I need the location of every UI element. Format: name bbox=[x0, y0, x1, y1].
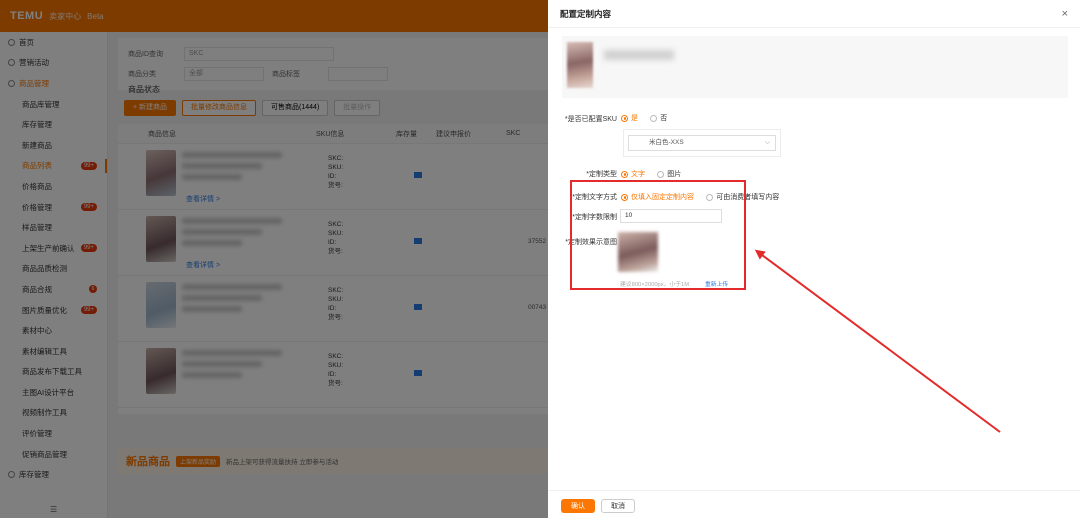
annotation-highlight-box bbox=[570, 180, 746, 290]
chevron-down-icon: ⌵ bbox=[764, 139, 770, 146]
sku-select[interactable]: 米白色-XXS ⌵ bbox=[628, 135, 776, 151]
product-card bbox=[562, 36, 1068, 98]
close-icon[interactable]: × bbox=[1062, 8, 1068, 20]
use-sku-no-radio[interactable]: 否 bbox=[650, 113, 667, 123]
modal-overlay[interactable] bbox=[0, 0, 548, 518]
form-row-use-sku: *是否已配置SKU 是 否 bbox=[548, 112, 1080, 124]
custom-type-image-radio[interactable]: 图片 bbox=[657, 169, 681, 179]
drawer-title: 配置定制内容 bbox=[560, 8, 612, 19]
sku-select-container: 米白色-XXS ⌵ bbox=[623, 129, 781, 157]
product-image bbox=[567, 42, 593, 88]
use-sku-label: *是否已配置SKU bbox=[564, 116, 617, 123]
use-sku-yes-radio[interactable]: 是 bbox=[621, 113, 638, 123]
drawer-footer: 确认 取消 bbox=[548, 490, 1080, 518]
product-name-blurred bbox=[604, 50, 674, 60]
custom-type-text-radio[interactable]: 文字 bbox=[621, 169, 645, 179]
confirm-button[interactable]: 确认 bbox=[561, 499, 595, 513]
cancel-button[interactable]: 取消 bbox=[601, 499, 635, 513]
custom-type-label: *定制类型 bbox=[586, 171, 617, 178]
sku-select-value: 米白色-XXS bbox=[649, 139, 684, 146]
drawer-header: 配置定制内容 × bbox=[548, 0, 1080, 28]
form-row-custom-type: *定制类型 文字 图片 bbox=[548, 168, 1080, 180]
